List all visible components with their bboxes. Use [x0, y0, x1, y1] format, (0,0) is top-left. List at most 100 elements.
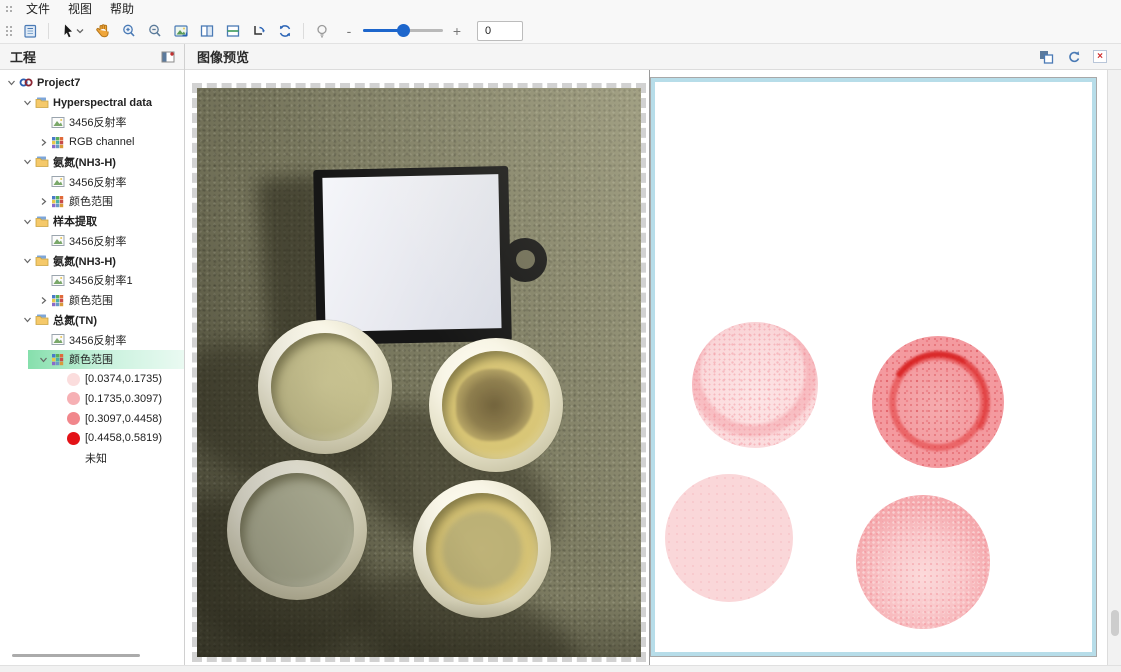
tree-item-11[interactable]: 颜色范围: [0, 290, 184, 310]
tree-item-3[interactable]: RGB channel: [0, 132, 184, 152]
chevron-spacer: [36, 234, 50, 248]
tree-item-label: 氨氮(NH3-H): [53, 253, 116, 269]
tree-item-1[interactable]: Hyperspectral data: [0, 93, 184, 113]
tree-item-8[interactable]: 3456反射率: [0, 231, 184, 251]
result-image-pane[interactable]: [651, 78, 1096, 656]
tree-item-label: Hyperspectral data: [53, 97, 152, 109]
menu-file[interactable]: 文件: [17, 0, 59, 18]
chevron-down-icon[interactable]: [20, 254, 34, 268]
chevron-spacer: [36, 273, 50, 287]
source-image-pane[interactable]: [192, 83, 646, 662]
vertical-scrollbar-thumb[interactable]: [1111, 610, 1119, 636]
tree-item-label: 氨氮(NH3-H): [53, 154, 116, 170]
preview-content: [185, 70, 1121, 672]
chevron-spacer: [36, 333, 50, 347]
tree-item-0[interactable]: Project7: [0, 73, 184, 93]
pane-divider: [649, 70, 650, 666]
pan-hand-icon[interactable]: [92, 20, 114, 42]
refresh-icon[interactable]: [274, 20, 296, 42]
tree-item-label: 总氮(TN): [53, 312, 97, 328]
tree-item-label: 3456反射率: [69, 233, 126, 249]
collapse-panel-icon[interactable]: [161, 50, 176, 64]
tree-item-label: 颜色范围: [69, 351, 113, 367]
image-file-icon: [50, 115, 65, 129]
zoom-in-icon[interactable]: [118, 20, 140, 42]
sidebar-horizontal-scrollbar[interactable]: [12, 654, 140, 657]
tree-item-19[interactable]: 未知: [0, 448, 184, 468]
folder-icon: [34, 313, 49, 327]
chevron-right-icon[interactable]: [36, 194, 50, 208]
reset-view-icon[interactable]: [1066, 49, 1081, 64]
slider-track[interactable]: [363, 29, 443, 32]
tree-item-label: 颜色范围: [69, 292, 113, 308]
tree-item-5[interactable]: 3456反射率: [0, 172, 184, 192]
tree-item-16[interactable]: [0.1735,0.3097): [0, 389, 184, 409]
tree-item-15[interactable]: [0.0374,0.1735): [0, 369, 184, 389]
value-input[interactable]: [477, 21, 523, 41]
chevron-down-icon[interactable]: [20, 155, 34, 169]
tree-item-9[interactable]: 氨氮(NH3-H): [0, 251, 184, 271]
toolbar-separator: [48, 23, 49, 39]
tree-item-14[interactable]: 颜色范围: [0, 350, 184, 370]
menu-help[interactable]: 帮助: [101, 0, 143, 18]
zoom-out-icon[interactable]: [144, 20, 166, 42]
tree-item-label: 样本提取: [53, 213, 97, 229]
slider-thumb[interactable]: [397, 24, 410, 37]
chevron-right-icon[interactable]: [36, 135, 50, 149]
project-icon: [18, 76, 33, 90]
chevron-right-icon[interactable]: [36, 293, 50, 307]
preview-title: 图像预览: [185, 47, 249, 66]
result-blob-bottom-left: [665, 474, 793, 602]
toolbar-grip-handle[interactable]: [5, 25, 13, 36]
chevron-down-icon[interactable]: [20, 214, 34, 228]
main-area: 图像预览 ×: [185, 44, 1121, 672]
preview-header: 图像预览 ×: [185, 44, 1121, 70]
tree-item-17[interactable]: [0.3097,0.4458): [0, 409, 184, 429]
split-vertical-icon[interactable]: [196, 20, 218, 42]
chevron-spacer: [52, 412, 66, 426]
toolbar: - +: [0, 18, 1121, 44]
color-swatch-dot: [66, 392, 81, 406]
image-file-icon: [50, 273, 65, 287]
chevron-down-icon[interactable]: [20, 313, 34, 327]
folder-icon: [34, 96, 49, 110]
sidebar-header: 工程: [0, 44, 184, 70]
rotate-icon[interactable]: [248, 20, 270, 42]
tree-item-6[interactable]: 颜色范围: [0, 192, 184, 212]
chevron-down-icon[interactable]: [4, 76, 18, 90]
sidebar-title: 工程: [0, 47, 36, 66]
tree-item-18[interactable]: [0.4458,0.5819): [0, 429, 184, 449]
tree-item-2[interactable]: 3456反射率: [0, 113, 184, 133]
cascade-windows-icon[interactable]: [1038, 49, 1054, 64]
tree-item-label: RGB channel: [69, 136, 134, 148]
split-horizontal-icon[interactable]: [222, 20, 244, 42]
source-photo: [197, 88, 641, 657]
menu-view[interactable]: 视图: [59, 0, 101, 18]
brightness-bulb-icon[interactable]: [311, 20, 333, 42]
vertical-scrollbar-gutter[interactable]: [1107, 70, 1121, 672]
result-blob-bottom-right: [856, 495, 990, 629]
menu-grip-handle[interactable]: [5, 5, 13, 13]
tree-item-4[interactable]: 氨氮(NH3-H): [0, 152, 184, 172]
tree-item-13[interactable]: 3456反射率: [0, 330, 184, 350]
tree-item-12[interactable]: 总氮(TN): [0, 310, 184, 330]
notebook-icon[interactable]: [19, 20, 41, 42]
application-window: 文件 视图 帮助: [0, 0, 1121, 672]
close-preview-icon[interactable]: ×: [1093, 50, 1107, 63]
project-sidebar: 工程 Project7 Hyperspectral data 3456反射率 RGB …: [0, 44, 185, 672]
slider-increase-button[interactable]: +: [449, 23, 465, 39]
result-blob-top-left: [692, 322, 818, 448]
chevron-spacer: [52, 392, 66, 406]
image-file-icon: [50, 333, 65, 347]
chevron-spacer: [52, 372, 66, 386]
fit-image-icon[interactable]: [170, 20, 192, 42]
tree-item-10[interactable]: 3456反射率1: [0, 271, 184, 291]
image-file-icon: [50, 175, 65, 189]
chevron-down-icon[interactable]: [36, 352, 50, 366]
chevron-spacer: [52, 451, 66, 465]
photo-lighting-overlay: [197, 88, 641, 657]
chevron-down-icon[interactable]: [20, 96, 34, 110]
select-cursor-icon[interactable]: [56, 20, 88, 42]
slider-decrease-button[interactable]: -: [341, 23, 357, 39]
tree-item-7[interactable]: 样本提取: [0, 211, 184, 231]
